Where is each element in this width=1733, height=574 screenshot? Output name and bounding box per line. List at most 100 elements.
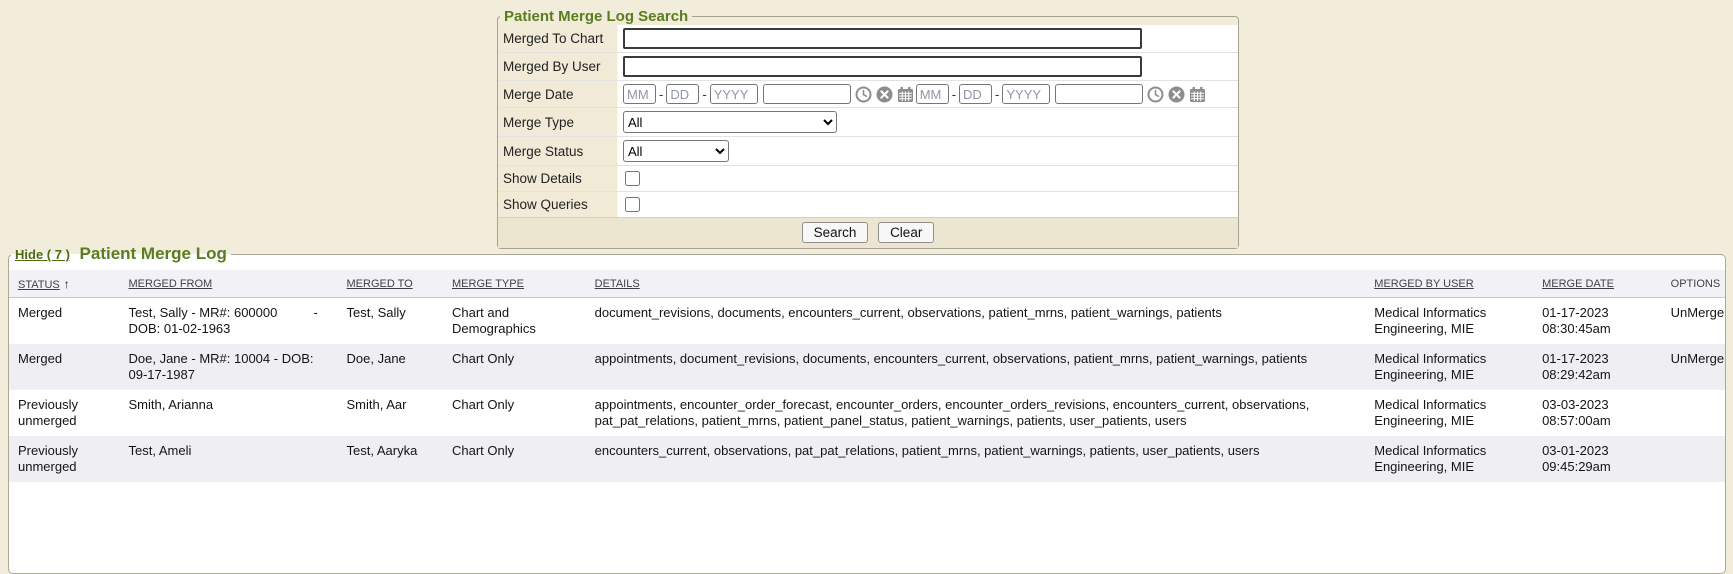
merged-from-cell: Doe, Jane - MR#: 10004 - DOB: 09-17-1987 bbox=[120, 344, 338, 390]
details-cell: appointments, document_revisions, docume… bbox=[586, 344, 1366, 390]
table-header-row: STATUS↑ MERGED FROM MERGED TO MERGE TYPE… bbox=[9, 270, 1725, 298]
log-legend: Hide ( 7 ) Patient Merge Log bbox=[11, 244, 231, 264]
date-separator: - bbox=[995, 87, 999, 102]
column-header-merge-type[interactable]: MERGE TYPE bbox=[443, 270, 586, 298]
table-row: Previously unmerged Smith, Arianna Smith… bbox=[9, 390, 1725, 436]
merged-to-cell: Test, Sally bbox=[338, 298, 443, 345]
merge-date-to-month-input[interactable] bbox=[916, 84, 949, 104]
merge-type-cell: Chart and Demographics bbox=[443, 298, 586, 345]
merged-by-user-cell: Medical Informatics Engineering, MIE bbox=[1365, 298, 1533, 345]
merged-by-user-cell: Medical Informatics Engineering, MIE bbox=[1365, 390, 1533, 436]
merge-type-select[interactable]: All bbox=[623, 111, 837, 133]
status-cell: Merged bbox=[9, 344, 120, 390]
table-row: Merged Test, Sally - MR#: 600000 - DOB: … bbox=[9, 298, 1725, 345]
show-details-label: Show Details bbox=[498, 166, 618, 191]
search-button[interactable]: Search bbox=[802, 222, 869, 243]
options-cell bbox=[1662, 390, 1725, 436]
table-row: Merged Doe, Jane - MR#: 10004 - DOB: 09-… bbox=[9, 344, 1725, 390]
merge-date-row: Merge Date - - - bbox=[498, 80, 1238, 107]
show-queries-row: Show Queries bbox=[498, 191, 1238, 217]
show-queries-label: Show Queries bbox=[498, 192, 618, 217]
details-cell: encounters_current, observations, pat_pa… bbox=[586, 436, 1366, 482]
patient-merge-log-section: Hide ( 7 ) Patient Merge Log STATUS↑ MER… bbox=[8, 244, 1726, 574]
show-details-row: Show Details bbox=[498, 165, 1238, 191]
merged-by-user-row: Merged By User bbox=[498, 52, 1238, 80]
merge-type-value: All bbox=[618, 108, 1238, 136]
merge-date-to-day-input[interactable] bbox=[959, 84, 992, 104]
unmerge-link[interactable]: UnMerge bbox=[1671, 305, 1724, 320]
merged-to-cell: Doe, Jane bbox=[338, 344, 443, 390]
merged-by-user-cell: Medical Informatics Engineering, MIE bbox=[1365, 344, 1533, 390]
status-cell: Previously unmerged bbox=[9, 390, 120, 436]
merged-by-user-label: Merged By User bbox=[498, 53, 618, 80]
details-cell: document_revisions, documents, encounter… bbox=[586, 298, 1366, 345]
merge-date-to-time-input[interactable] bbox=[1055, 84, 1143, 104]
merge-status-value: All bbox=[618, 137, 1238, 165]
merge-type-cell: Chart Only bbox=[443, 344, 586, 390]
merge-date-from-day-input[interactable] bbox=[666, 84, 699, 104]
merged-to-chart-row: Merged To Chart bbox=[498, 25, 1238, 52]
date-separator: - bbox=[952, 87, 956, 102]
merge-date-value: - - - - bbox=[618, 81, 1238, 107]
column-header-merged-to[interactable]: MERGED TO bbox=[338, 270, 443, 298]
column-header-merged-from[interactable]: MERGED FROM bbox=[120, 270, 338, 298]
merge-status-label: Merge Status bbox=[498, 137, 618, 165]
merged-to-chart-label: Merged To Chart bbox=[498, 25, 618, 52]
clock-icon[interactable] bbox=[855, 86, 872, 103]
merge-status-row: Merge Status All bbox=[498, 136, 1238, 165]
merged-from-cell: Smith, Arianna bbox=[120, 390, 338, 436]
merge-date-cell: 01-17-2023 08:30:45am bbox=[1533, 298, 1662, 345]
merged-from-cell: Test, Sally - MR#: 600000 - DOB: 01-02-1… bbox=[120, 298, 338, 345]
merge-date-cell: 01-17-2023 08:29:42am bbox=[1533, 344, 1662, 390]
calendar-icon[interactable] bbox=[1189, 86, 1206, 103]
options-cell bbox=[1662, 436, 1725, 482]
merge-type-cell: Chart Only bbox=[443, 390, 586, 436]
search-form-title: Patient Merge Log Search bbox=[500, 8, 692, 25]
show-details-checkbox[interactable] bbox=[625, 171, 640, 186]
unmerge-link[interactable]: UnMerge bbox=[1671, 351, 1724, 366]
hide-link[interactable]: Hide ( 7 ) bbox=[15, 247, 70, 262]
clear-button[interactable]: Clear bbox=[878, 222, 934, 243]
options-cell: UnMerge bbox=[1662, 298, 1725, 345]
show-details-value bbox=[618, 166, 1238, 191]
column-header-merged-by-user[interactable]: MERGED BY USER bbox=[1365, 270, 1533, 298]
options-cell: UnMerge bbox=[1662, 344, 1725, 390]
merge-type-label: Merge Type bbox=[498, 108, 618, 136]
date-separator: - bbox=[702, 87, 706, 102]
status-cell: Previously unmerged bbox=[9, 436, 120, 482]
merge-type-cell: Chart Only bbox=[443, 436, 586, 482]
column-header-merge-date[interactable]: MERGE DATE bbox=[1533, 270, 1662, 298]
clock-icon[interactable] bbox=[1147, 86, 1164, 103]
merged-to-chart-value bbox=[618, 25, 1238, 52]
date-separator: - bbox=[659, 87, 663, 102]
merged-by-user-input[interactable] bbox=[623, 56, 1142, 77]
calendar-icon[interactable] bbox=[897, 86, 914, 103]
merge-date-from-year-input[interactable] bbox=[710, 84, 758, 104]
patient-merge-log-table: STATUS↑ MERGED FROM MERGED TO MERGE TYPE… bbox=[9, 270, 1725, 482]
column-header-details[interactable]: DETAILS bbox=[586, 270, 1366, 298]
table-row: Previously unmerged Test, Ameli Test, Aa… bbox=[9, 436, 1725, 482]
merge-status-select[interactable]: All bbox=[623, 140, 729, 162]
patient-merge-log-search-form: Patient Merge Log Search Merged To Chart… bbox=[497, 8, 1239, 249]
merged-to-cell: Smith, Aar bbox=[338, 390, 443, 436]
status-cell: Merged bbox=[9, 298, 120, 345]
show-queries-checkbox[interactable] bbox=[625, 197, 640, 212]
column-header-status[interactable]: STATUS↑ bbox=[9, 270, 120, 298]
column-header-options: OPTIONS bbox=[1662, 270, 1725, 298]
merged-by-user-cell: Medical Informatics Engineering, MIE bbox=[1365, 436, 1533, 482]
clear-icon[interactable] bbox=[876, 86, 893, 103]
merge-date-from-time-input[interactable] bbox=[763, 84, 851, 104]
details-cell: appointments, encounter_order_forecast, … bbox=[586, 390, 1366, 436]
merged-from-cell: Test, Ameli bbox=[120, 436, 338, 482]
show-queries-value bbox=[618, 192, 1238, 217]
merge-type-row: Merge Type All bbox=[498, 107, 1238, 136]
merge-date-from-month-input[interactable] bbox=[623, 84, 656, 104]
merged-to-cell: Test, Aaryka bbox=[338, 436, 443, 482]
merge-date-to-year-input[interactable] bbox=[1002, 84, 1050, 104]
sort-ascending-icon: ↑ bbox=[64, 277, 70, 291]
clear-icon[interactable] bbox=[1168, 86, 1185, 103]
log-title: Patient Merge Log bbox=[80, 244, 227, 263]
merged-to-chart-input[interactable] bbox=[623, 28, 1142, 49]
merge-date-cell: 03-03-2023 08:57:00am bbox=[1533, 390, 1662, 436]
merge-date-label: Merge Date bbox=[498, 81, 618, 107]
